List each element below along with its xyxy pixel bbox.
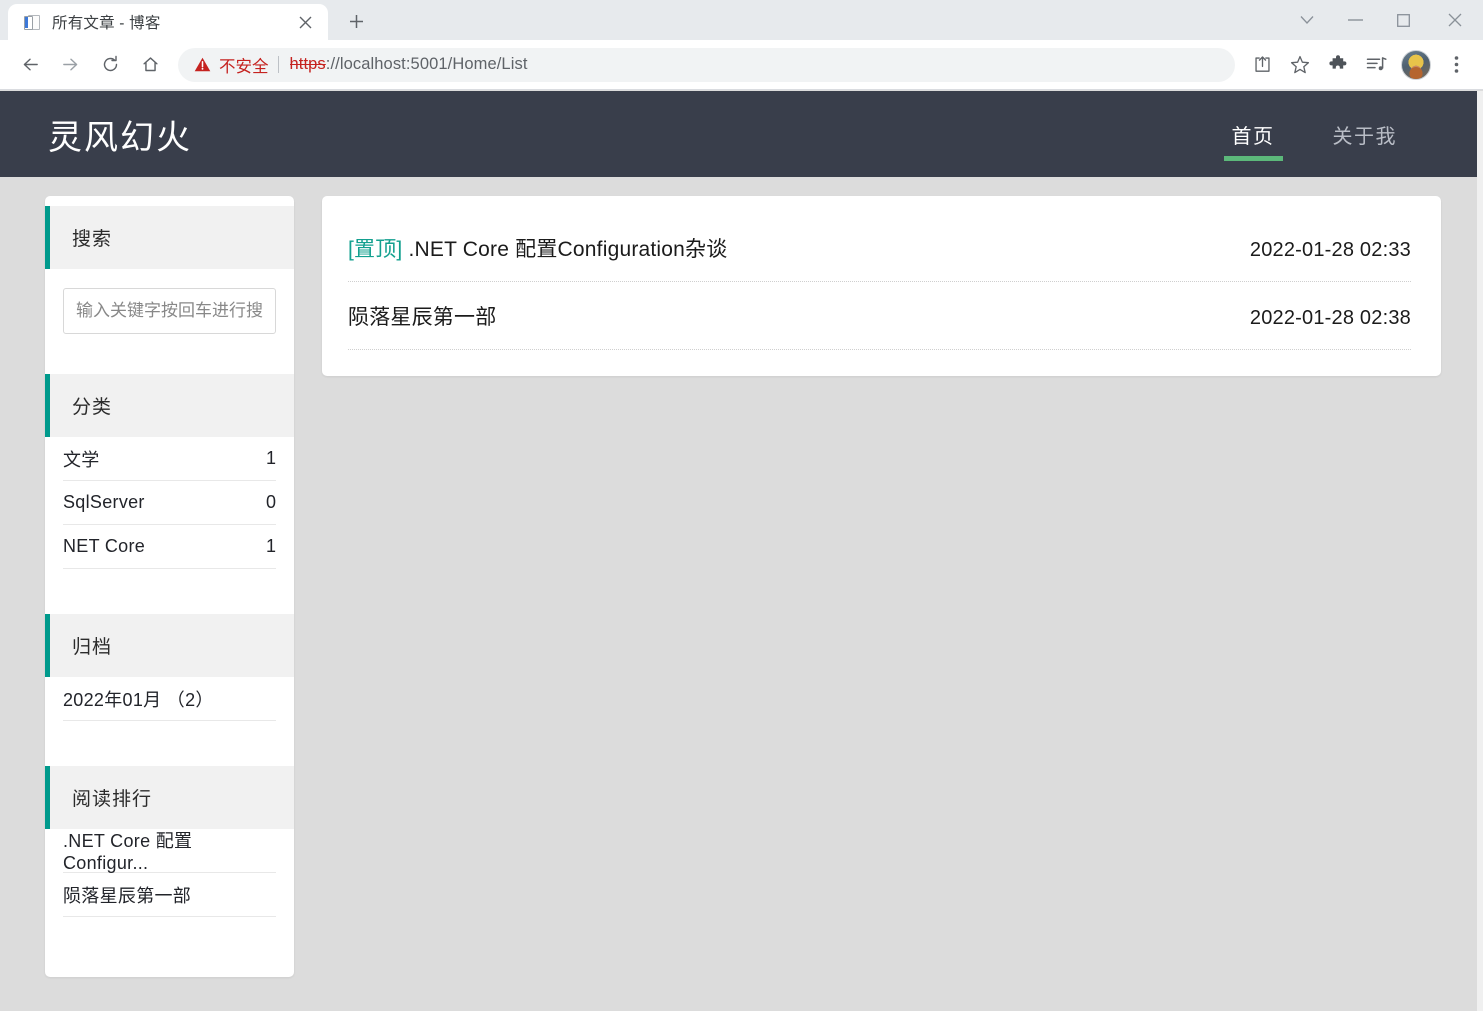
sidebar-panel-ranking: 阅读排行 .NET Core 配置Configur... 陨落星辰第一部 xyxy=(45,766,294,955)
site-header: 灵风幻火 首页 关于我 xyxy=(0,91,1483,177)
sidebar-panel-archive: 归档 2022年01月 （2） xyxy=(45,614,294,766)
panel-header-categories: 分类 xyxy=(45,374,294,437)
ranking-item-2[interactable]: 陨落星辰第一部 xyxy=(63,873,276,917)
back-arrow-icon[interactable] xyxy=(10,45,50,85)
panel-header-search: 搜索 xyxy=(45,206,294,269)
panel-title-ranking: 阅读排行 xyxy=(72,789,153,810)
reload-icon[interactable] xyxy=(90,45,130,85)
panel-body-archive: 2022年01月 （2） xyxy=(45,677,294,766)
page-viewport: 灵风幻火 首页 关于我 搜索 分类 xyxy=(0,91,1483,1011)
panel-title-archive: 归档 xyxy=(72,637,113,658)
panel-header-archive: 归档 xyxy=(45,614,294,677)
search-input[interactable] xyxy=(63,288,276,334)
category-label: 文学 xyxy=(63,449,100,470)
sticky-badge: [置顶] xyxy=(348,238,403,261)
sidebar: 搜索 分类 文学 1 xyxy=(45,196,294,977)
ranking-item-1[interactable]: .NET Core 配置Configur... xyxy=(63,829,276,873)
categories-spacer xyxy=(63,569,276,614)
ranking-label: .NET Core 配置Configur... xyxy=(63,831,193,873)
page-scrollbar[interactable] xyxy=(1477,91,1483,1011)
tab-title: 所有文章 - 博客 xyxy=(52,15,161,32)
page-content: 搜索 分类 文学 1 xyxy=(0,177,1483,977)
category-item-sqlserver[interactable]: SqlServer 0 xyxy=(63,481,276,525)
new-tab-button[interactable] xyxy=(339,4,373,38)
forward-arrow-icon[interactable] xyxy=(50,45,90,85)
browser-window: 所有文章 - 博客 不安全 https://localhost:5001/Hom… xyxy=(0,0,1483,1011)
nav-item-home[interactable]: 首页 xyxy=(1223,91,1283,177)
ranking-label: 陨落星辰第一部 xyxy=(63,885,192,906)
archive-item[interactable]: 2022年01月 （2） xyxy=(63,677,276,721)
omnibox-divider xyxy=(277,56,279,73)
post-date: 2022-01-28 02:38 xyxy=(1249,307,1411,329)
post-date: 2022-01-28 02:33 xyxy=(1249,239,1411,261)
site-nav: 首页 关于我 xyxy=(1223,91,1406,177)
close-icon[interactable] xyxy=(292,9,318,35)
more-menu-icon[interactable] xyxy=(1437,46,1475,84)
bookmark-star-icon[interactable] xyxy=(1281,46,1319,84)
profile-avatar[interactable] xyxy=(1395,46,1437,84)
archive-label: 2022年01月 （2） xyxy=(63,689,214,710)
media-playlist-icon[interactable] xyxy=(1357,46,1395,84)
post-title[interactable]: [置顶] .NET Core 配置Configuration杂谈 xyxy=(348,233,727,263)
url-text: https://localhost:5001/Home/List xyxy=(290,55,528,74)
nav-item-about[interactable]: 关于我 xyxy=(1325,91,1406,177)
share-icon[interactable] xyxy=(1243,46,1281,84)
post-title-text: .NET Core 配置Configuration杂谈 xyxy=(402,238,728,261)
window-controls xyxy=(1283,0,1483,40)
browser-toolbar: 不安全 https://localhost:5001/Home/List xyxy=(0,40,1483,90)
url-rest: ://localhost:5001/Home/List xyxy=(325,55,528,73)
post-row[interactable]: 陨落星辰第一部 2022-01-28 02:38 xyxy=(348,282,1411,350)
category-item-net-core[interactable]: NET Core 1 xyxy=(63,525,276,569)
panel-title-search: 搜索 xyxy=(72,229,113,250)
panel-header-ranking: 阅读排行 xyxy=(45,766,294,829)
toolbar-icons xyxy=(1243,46,1475,84)
post-title-text: 陨落星辰第一部 xyxy=(348,306,497,329)
panel-body-ranking: .NET Core 配置Configur... 陨落星辰第一部 xyxy=(45,829,294,955)
browser-tab[interactable]: 所有文章 - 博客 xyxy=(8,4,328,40)
panel-body-categories: 文学 1 SqlServer 0 NET Core 1 xyxy=(45,437,294,614)
avatar xyxy=(1401,49,1431,80)
category-label: NET Core xyxy=(63,536,146,556)
not-secure-warning-icon xyxy=(194,57,212,72)
tab-search-chevron-down-icon[interactable] xyxy=(1283,2,1331,38)
post-list-card: [置顶] .NET Core 配置Configuration杂谈 2022-01… xyxy=(322,196,1441,376)
category-count: 0 xyxy=(265,492,276,512)
tab-strip: 所有文章 - 博客 xyxy=(0,0,1483,40)
window-close-icon[interactable] xyxy=(1427,2,1483,38)
maximize-icon[interactable] xyxy=(1379,2,1427,38)
post-row[interactable]: [置顶] .NET Core 配置Configuration杂谈 2022-01… xyxy=(348,214,1411,282)
sidebar-panel-categories: 分类 文学 1 SqlServer 0 NET Core 1 xyxy=(45,374,294,614)
category-item-wenxue[interactable]: 文学 1 xyxy=(63,437,276,481)
ranking-spacer xyxy=(63,917,276,955)
category-count: 1 xyxy=(265,536,276,556)
extensions-puzzle-icon[interactable] xyxy=(1319,46,1357,84)
address-bar[interactable]: 不安全 https://localhost:5001/Home/List xyxy=(178,47,1235,82)
site-title: 灵风幻火 xyxy=(48,118,192,157)
category-count: 1 xyxy=(265,448,276,468)
category-label: SqlServer xyxy=(63,492,145,512)
post-title[interactable]: 陨落星辰第一部 xyxy=(348,301,496,331)
minimize-icon[interactable] xyxy=(1331,2,1379,38)
security-status-text: 不安全 xyxy=(219,57,269,76)
document-icon xyxy=(24,14,41,31)
panel-title-categories: 分类 xyxy=(72,397,113,418)
sidebar-panel-search: 搜索 xyxy=(45,206,294,374)
archive-spacer xyxy=(63,721,276,766)
url-scheme: https xyxy=(289,55,326,73)
panel-body-search xyxy=(45,269,294,374)
home-icon[interactable] xyxy=(130,45,170,85)
